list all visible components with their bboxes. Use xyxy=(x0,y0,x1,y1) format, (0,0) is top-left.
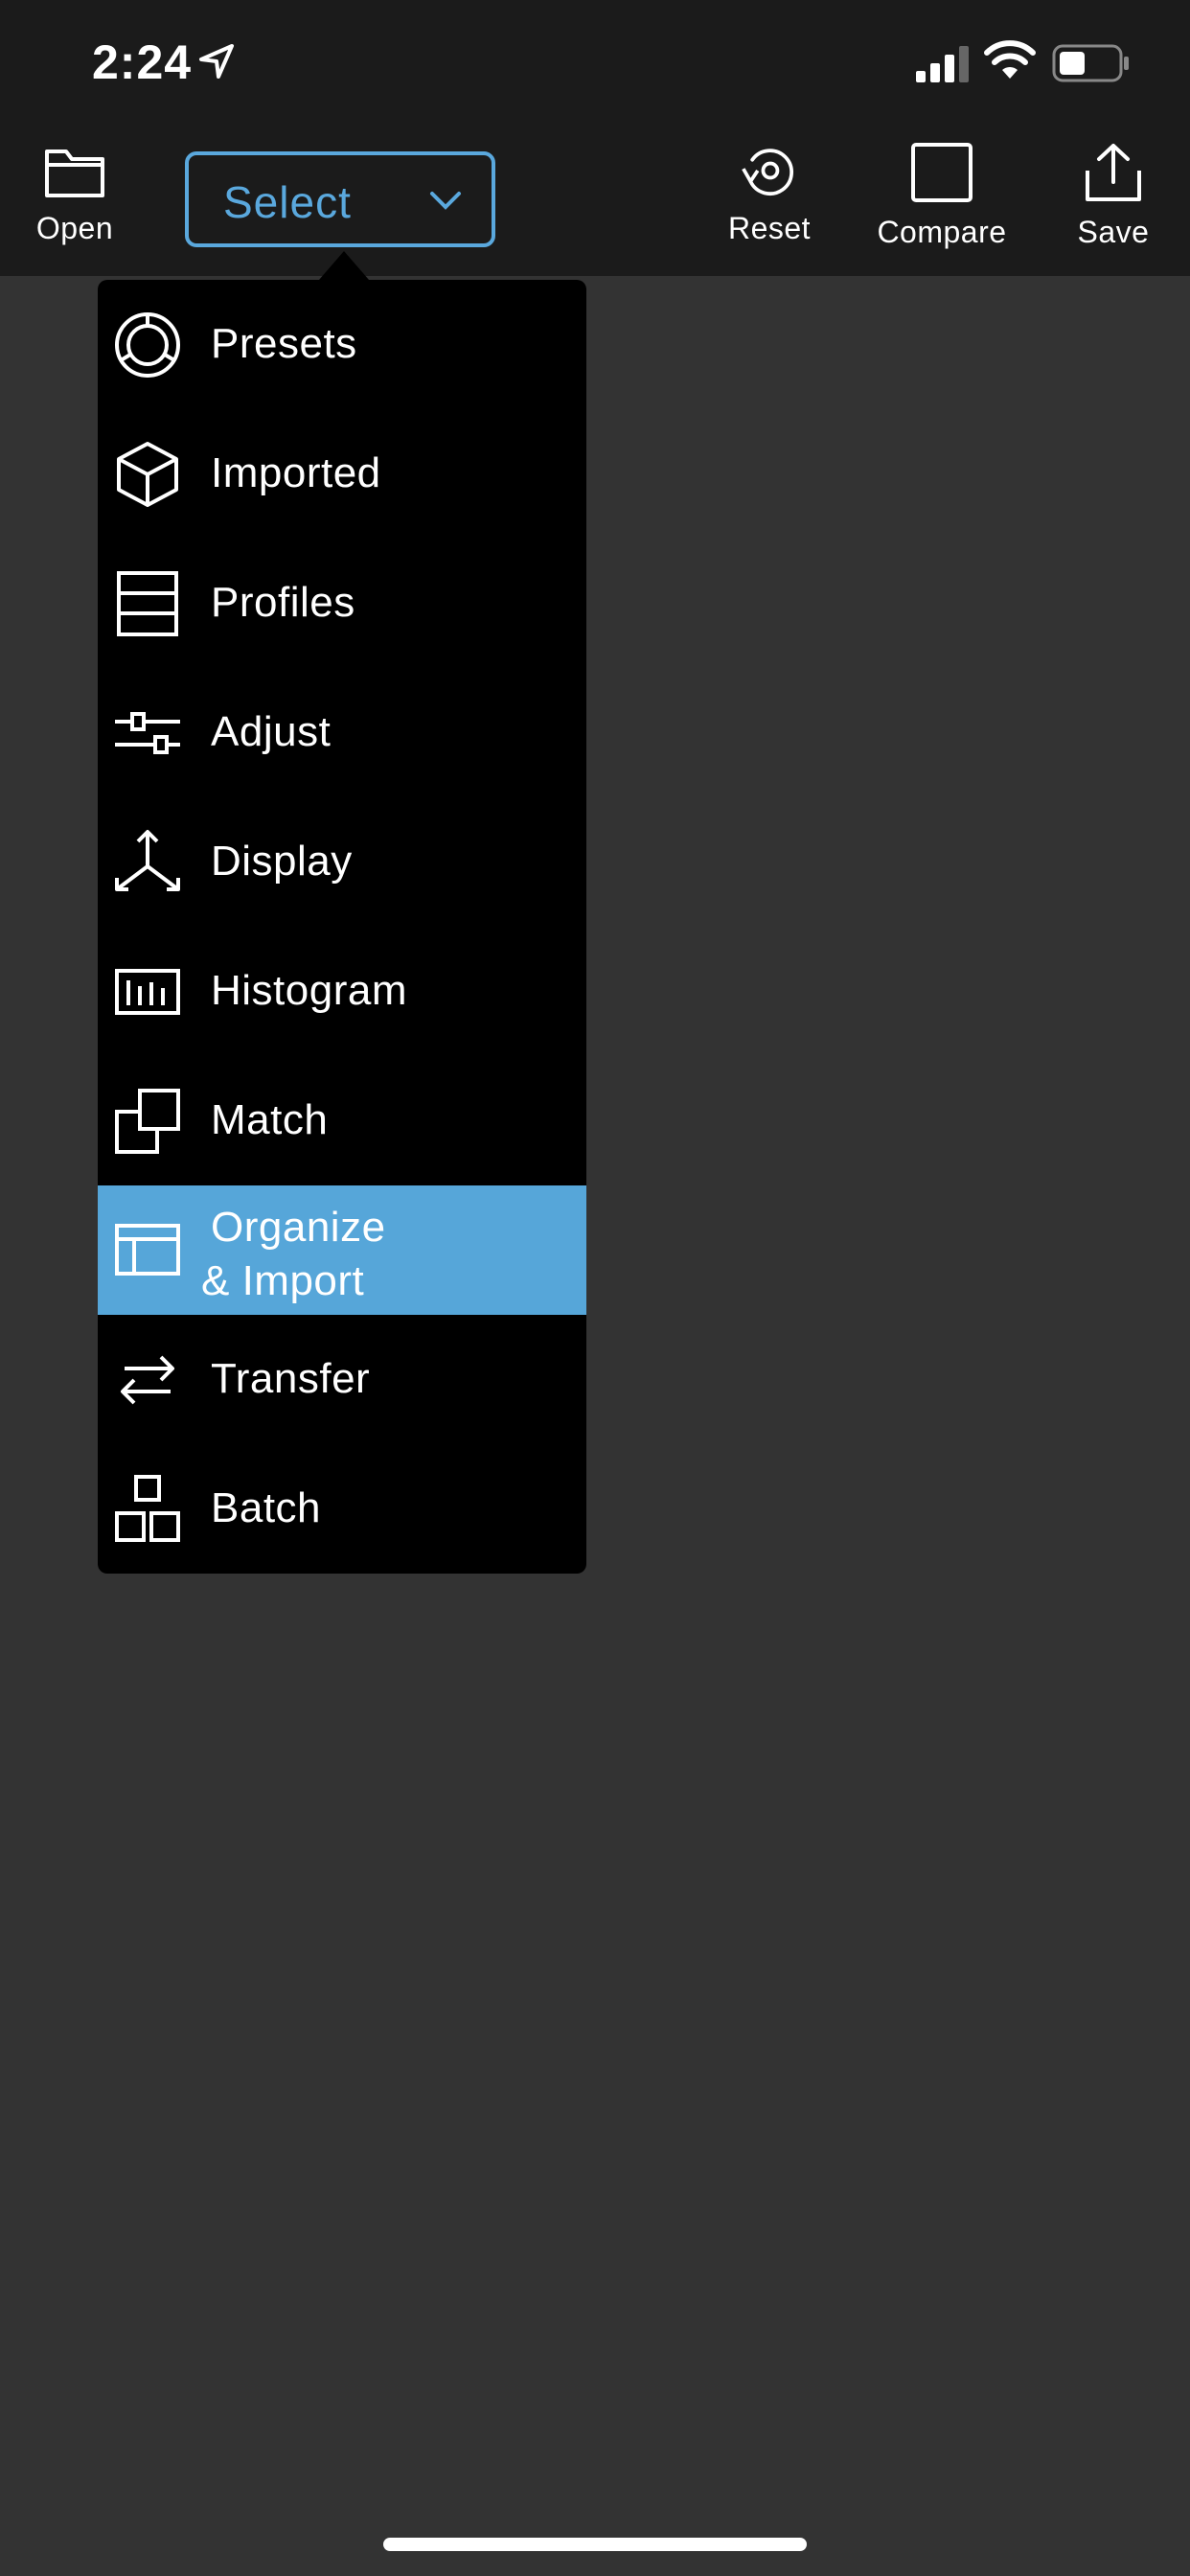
select-label: Select xyxy=(223,177,352,227)
sliders-icon xyxy=(115,712,180,754)
menu-item-adjust[interactable]: Adjust xyxy=(98,668,586,797)
match-icon xyxy=(115,1089,180,1154)
compare-icon xyxy=(911,143,973,202)
location-arrow-icon xyxy=(199,44,234,79)
menu-item-batch[interactable]: Batch xyxy=(98,1444,586,1574)
menu-item-label: Transfer xyxy=(211,1355,371,1402)
menu-item-presets[interactable]: Presets xyxy=(98,280,586,409)
menu-item-imported[interactable]: Imported xyxy=(98,409,586,539)
reset-icon xyxy=(742,149,793,196)
open-label: Open xyxy=(35,211,114,245)
chevron-down-icon xyxy=(430,192,461,210)
menu-item-label: Presets xyxy=(211,320,357,367)
organize-icon xyxy=(115,1224,180,1276)
menu-item-label: Match xyxy=(211,1096,329,1143)
folder-icon xyxy=(45,150,104,197)
profiles-icon xyxy=(117,571,178,636)
menu-item-label: Organize & Import xyxy=(201,1201,386,1308)
menu-item-label: Adjust xyxy=(211,708,332,755)
home-indicator[interactable] xyxy=(383,2538,807,2551)
select-menu: Presets Imported Profiles Adjust Display xyxy=(98,280,586,1574)
cellular-signal-icon xyxy=(916,46,969,82)
axes-icon xyxy=(115,830,180,891)
save-button[interactable]: Save xyxy=(1069,142,1157,250)
menu-pointer xyxy=(319,251,369,280)
menu-item-histogram[interactable]: Histogram xyxy=(98,927,586,1056)
open-button[interactable]: Open xyxy=(29,142,121,246)
menu-item-label: Histogram xyxy=(211,967,407,1014)
menu-item-label-line1: Organize xyxy=(211,1204,386,1251)
menu-item-transfer[interactable]: Transfer xyxy=(98,1315,586,1444)
transfer-icon xyxy=(121,1355,174,1405)
compare-label: Compare xyxy=(877,215,1007,249)
cube-icon xyxy=(117,442,178,507)
presets-icon xyxy=(115,312,180,378)
status-time: 2:24 xyxy=(92,35,193,89)
menu-item-match[interactable]: Match xyxy=(98,1056,586,1185)
compare-button[interactable]: Compare xyxy=(868,142,1016,250)
menu-item-label: Batch xyxy=(211,1484,322,1531)
menu-item-label: Display xyxy=(211,838,353,885)
reset-button[interactable]: Reset xyxy=(719,142,820,246)
reset-label: Reset xyxy=(727,211,812,245)
batch-icon xyxy=(115,1475,180,1542)
menu-item-label: Imported xyxy=(211,449,381,496)
menu-item-label: Profiles xyxy=(211,579,355,626)
menu-item-display[interactable]: Display xyxy=(98,797,586,927)
menu-item-organize-import[interactable]: Organize & Import xyxy=(98,1185,586,1315)
save-label: Save xyxy=(1077,215,1150,249)
share-upload-icon xyxy=(1086,144,1141,201)
histogram-icon xyxy=(115,969,180,1015)
wifi-icon xyxy=(984,40,1036,79)
battery-icon xyxy=(1052,44,1129,82)
select-dropdown[interactable]: Select xyxy=(185,151,495,247)
menu-item-label-line2: & Import xyxy=(201,1257,365,1304)
menu-item-profiles[interactable]: Profiles xyxy=(98,539,586,668)
